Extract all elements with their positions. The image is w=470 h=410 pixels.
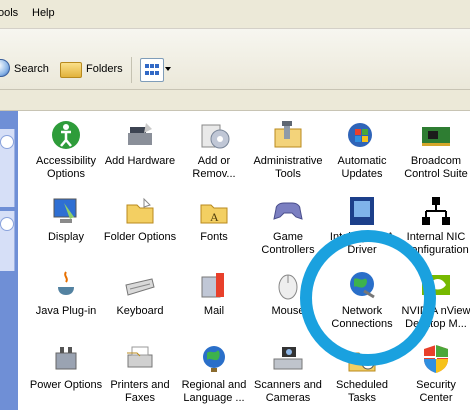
item-label: Printers and Faxes xyxy=(110,379,170,404)
item-keyboard[interactable]: Keyboard xyxy=(102,269,178,318)
item-label: Folder Options xyxy=(103,231,177,243)
collapse-icon[interactable] xyxy=(0,217,14,231)
collapse-icon[interactable] xyxy=(0,135,14,149)
add-hardware-icon xyxy=(124,119,156,151)
item-label: Mail xyxy=(203,305,225,317)
item-label: Scheduled Tasks xyxy=(336,379,388,404)
item-broadcom-control-suite[interactable]: Broadcom Control Suite xyxy=(398,119,470,181)
task-pane-box xyxy=(0,211,15,271)
toolbar: Search Folders xyxy=(0,29,470,90)
administrative-tools-icon xyxy=(272,119,304,151)
keyboard-icon xyxy=(124,269,156,301)
search-icon[interactable] xyxy=(0,59,10,77)
item-accessibility-options[interactable]: Accessibility Options xyxy=(28,119,104,181)
item-scanners-and-cameras[interactable]: Scanners and Cameras xyxy=(250,343,326,405)
item-label: Add or Remov... xyxy=(192,155,236,180)
accessibility-icon xyxy=(50,119,82,151)
item-fonts[interactable]: A Fonts xyxy=(176,195,252,244)
menu-bar: ools Help xyxy=(0,0,470,29)
chevron-down-icon[interactable] xyxy=(165,67,171,71)
item-regional-and-language[interactable]: Regional and Language ... xyxy=(176,343,252,405)
scanner-camera-icon xyxy=(272,343,304,375)
menu-tools[interactable]: ools xyxy=(0,7,18,19)
item-automatic-updates[interactable]: Automatic Updates xyxy=(324,119,400,181)
item-administrative-tools[interactable]: Administrative Tools xyxy=(250,119,326,181)
item-label: Accessibility Options xyxy=(36,155,96,180)
shield-icon xyxy=(420,343,452,375)
item-printers-and-faxes[interactable]: Printers and Faxes xyxy=(102,343,178,405)
fonts-folder-icon: A xyxy=(198,195,230,227)
item-label: Fonts xyxy=(200,231,228,243)
item-game-controllers[interactable]: Game Controllers xyxy=(250,195,326,257)
item-add-hardware[interactable]: Add Hardware xyxy=(102,119,178,168)
task-pane xyxy=(0,111,18,410)
svg-text:A: A xyxy=(210,210,219,224)
views-button[interactable] xyxy=(140,58,164,82)
power-icon xyxy=(50,343,82,375)
item-label: Scanners and Cameras xyxy=(254,379,322,404)
item-label: Regional and Language ... xyxy=(181,379,247,404)
folder-options-icon xyxy=(124,195,156,227)
item-label: Administrative Tools xyxy=(253,155,323,180)
menu-help[interactable]: Help xyxy=(32,7,55,19)
network-card-icon xyxy=(420,119,452,151)
item-label: Security Center xyxy=(416,379,456,404)
globe-icon xyxy=(198,343,230,375)
display-icon xyxy=(50,195,82,227)
item-power-options[interactable]: Power Options xyxy=(28,343,104,392)
task-pane-box xyxy=(0,129,15,207)
address-bar-strip xyxy=(0,90,470,111)
item-label: Java Plug-in xyxy=(35,305,97,317)
highlight-circle xyxy=(300,230,436,366)
add-remove-icon xyxy=(198,119,230,151)
windows-update-icon xyxy=(346,119,378,151)
intel-graphics-icon xyxy=(346,195,378,227)
item-label: Broadcom Control Suite xyxy=(404,155,468,180)
item-folder-options[interactable]: Folder Options xyxy=(102,195,178,244)
folders-button[interactable]: Folders xyxy=(86,63,123,75)
item-label: Add Hardware xyxy=(104,155,176,167)
item-label: Automatic Updates xyxy=(337,155,387,180)
java-icon xyxy=(50,269,82,301)
mail-icon xyxy=(198,269,230,301)
item-label: Keyboard xyxy=(116,305,164,317)
item-label: Display xyxy=(47,231,85,243)
toolbar-separator xyxy=(131,57,132,83)
item-label: Game Controllers xyxy=(261,231,315,256)
item-display[interactable]: Display xyxy=(28,195,104,244)
printer-icon xyxy=(124,343,156,375)
item-add-remove-programs[interactable]: Add or Remov... xyxy=(176,119,252,181)
item-label: Power Options xyxy=(29,379,103,391)
search-button[interactable]: Search xyxy=(14,63,49,75)
network-tree-icon xyxy=(420,195,452,227)
gamepad-icon xyxy=(272,195,304,227)
folder-icon[interactable] xyxy=(60,62,82,78)
item-mail[interactable]: Mail xyxy=(176,269,252,318)
item-java-plug-in[interactable]: Java Plug-in xyxy=(28,269,104,318)
